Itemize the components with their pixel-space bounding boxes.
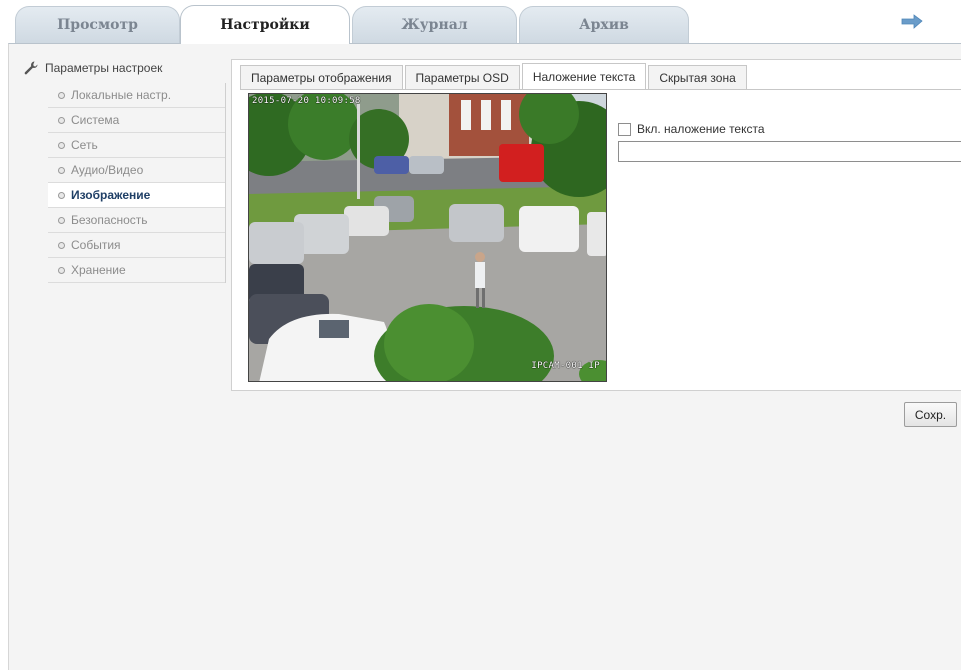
sidebar-item-label: Аудио/Видео bbox=[71, 163, 144, 177]
sidebar-item-audio-video[interactable]: Аудио/Видео bbox=[48, 158, 225, 183]
sidebar-item-label: Сеть bbox=[71, 138, 98, 152]
sidebar-item-label: Изображение bbox=[71, 188, 151, 202]
bullet-icon bbox=[58, 141, 65, 149]
sidebar-menu: Локальные настр. Система Сеть Аудио/Виде… bbox=[48, 83, 226, 283]
tab-log[interactable]: Журнал bbox=[352, 6, 517, 43]
arrow-right-icon bbox=[901, 14, 923, 29]
logout-button[interactable] bbox=[898, 12, 926, 32]
sidebar-item-label: Локальные настр. bbox=[71, 88, 172, 102]
subtab-osd-params[interactable]: Параметры OSD bbox=[404, 65, 520, 90]
settings-page: Параметры настроек Локальные настр. Сист… bbox=[8, 43, 961, 670]
bullet-icon bbox=[58, 91, 65, 99]
overlay-text-input[interactable] bbox=[618, 141, 961, 162]
bullet-icon bbox=[58, 116, 65, 124]
camera-preview: 2015-07-20 10:09:58 IPCAM-001 IP bbox=[248, 93, 607, 382]
sidebar-item-system[interactable]: Система bbox=[48, 108, 225, 133]
bullet-icon bbox=[58, 166, 65, 174]
sidebar-item-image[interactable]: Изображение bbox=[48, 183, 225, 208]
sub-tabs: Параметры отображения Параметры OSD Нало… bbox=[240, 63, 749, 90]
bullet-icon bbox=[58, 241, 65, 249]
subtab-divider bbox=[240, 89, 961, 90]
subtab-display-params[interactable]: Параметры отображения bbox=[240, 65, 403, 90]
preview-camera-name: IPCAM-001 IP bbox=[531, 361, 600, 371]
overlay-enable-row: Вкл. наложение текста bbox=[618, 122, 765, 136]
bullet-icon bbox=[58, 216, 65, 224]
overlay-enable-label: Вкл. наложение текста bbox=[637, 122, 765, 136]
sidebar-item-label: Хранение bbox=[71, 263, 126, 277]
tab-view[interactable]: Просмотр bbox=[15, 6, 180, 43]
preview-timestamp: 2015-07-20 10:09:58 bbox=[252, 96, 361, 106]
sidebar-item-storage[interactable]: Хранение bbox=[48, 258, 225, 283]
tab-settings[interactable]: Настройки bbox=[180, 5, 350, 44]
sidebar-header: Параметры настроек bbox=[23, 58, 227, 78]
sidebar-item-network[interactable]: Сеть bbox=[48, 133, 225, 158]
subtab-text-overlay[interactable]: Наложение текста bbox=[521, 63, 647, 90]
bullet-icon bbox=[58, 191, 65, 199]
sidebar-item-label: Система bbox=[71, 113, 120, 127]
sidebar-item-label: События bbox=[71, 238, 121, 252]
sidebar-header-label: Параметры настроек bbox=[45, 61, 163, 75]
content-panel: Параметры отображения Параметры OSD Нало… bbox=[231, 59, 961, 391]
wrench-icon bbox=[24, 61, 38, 75]
sidebar-item-events[interactable]: События bbox=[48, 233, 225, 258]
sidebar-item-security[interactable]: Безопасность bbox=[48, 208, 225, 233]
sidebar-item-local[interactable]: Локальные настр. bbox=[48, 83, 225, 108]
subtab-privacy-mask[interactable]: Скрытая зона bbox=[648, 65, 747, 90]
overlay-enable-checkbox[interactable] bbox=[618, 122, 631, 136]
sidebar-item-label: Безопасность bbox=[71, 213, 148, 227]
bullet-icon bbox=[58, 266, 65, 274]
save-button[interactable]: Сохр. bbox=[904, 402, 957, 427]
camera-scene-image bbox=[249, 94, 606, 381]
top-navigation: Просмотр Настройки Журнал Архив bbox=[0, 0, 961, 44]
tab-archive[interactable]: Архив bbox=[519, 6, 689, 43]
